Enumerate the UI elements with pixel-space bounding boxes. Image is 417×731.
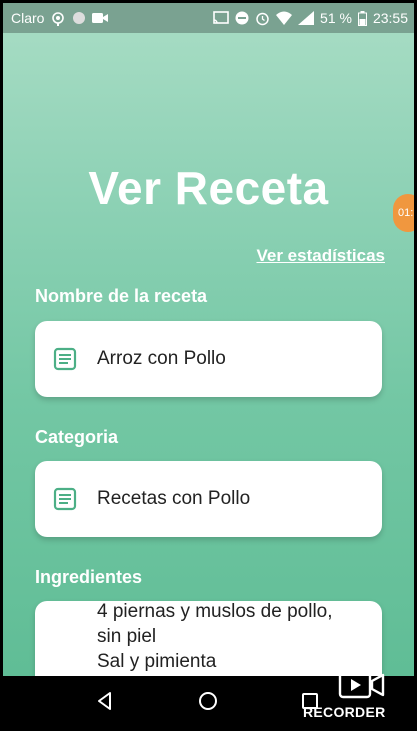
battery-icon — [357, 10, 367, 26]
dot-icon — [72, 11, 86, 25]
page-title: Ver Receta — [88, 162, 329, 214]
hotspot-icon — [50, 10, 66, 26]
back-button[interactable] — [92, 688, 118, 714]
view-stats-link[interactable]: Ver estadísticas — [256, 246, 385, 266]
ingredients-value: 4 piernas y muslos de pollo, sin piel Sa… — [97, 601, 333, 672]
video-camera-icon — [92, 12, 109, 24]
clock-time: 23:55 — [372, 10, 408, 26]
recorder-label: RECORDER — [303, 704, 386, 720]
signal-icon — [298, 11, 315, 25]
do-not-disturb-icon — [235, 11, 249, 25]
screen-recorder-watermark: RECORDER — [303, 671, 386, 720]
category-value: Recetas con Pollo — [97, 488, 251, 509]
status-bar: Claro 51 % 23:55 — [3, 3, 414, 33]
battery-percent: 51 % — [320, 10, 352, 26]
recipe-name-value: Arroz con Pollo — [97, 348, 226, 369]
floating-timer-badge[interactable]: 01: — [393, 194, 414, 232]
alarm-icon — [255, 11, 270, 26]
carrier-label: Claro — [11, 10, 45, 26]
cast-icon — [213, 11, 229, 25]
category-label: Categoria — [35, 427, 119, 447]
recipe-name-label: Nombre de la receta — [35, 286, 208, 306]
ingredients-label: Ingredientes — [35, 567, 143, 587]
document-icon — [53, 347, 77, 371]
category-field[interactable]: Recetas con Pollo — [35, 461, 382, 537]
recipe-name-field[interactable]: Arroz con Pollo — [35, 321, 382, 397]
app-screen: Claro 51 % 23:55 Ver Receta 01: Ver esta… — [3, 3, 414, 728]
home-button[interactable] — [195, 688, 221, 714]
recorder-camera-icon — [338, 671, 386, 702]
wifi-icon — [276, 11, 293, 25]
document-icon — [53, 487, 77, 511]
